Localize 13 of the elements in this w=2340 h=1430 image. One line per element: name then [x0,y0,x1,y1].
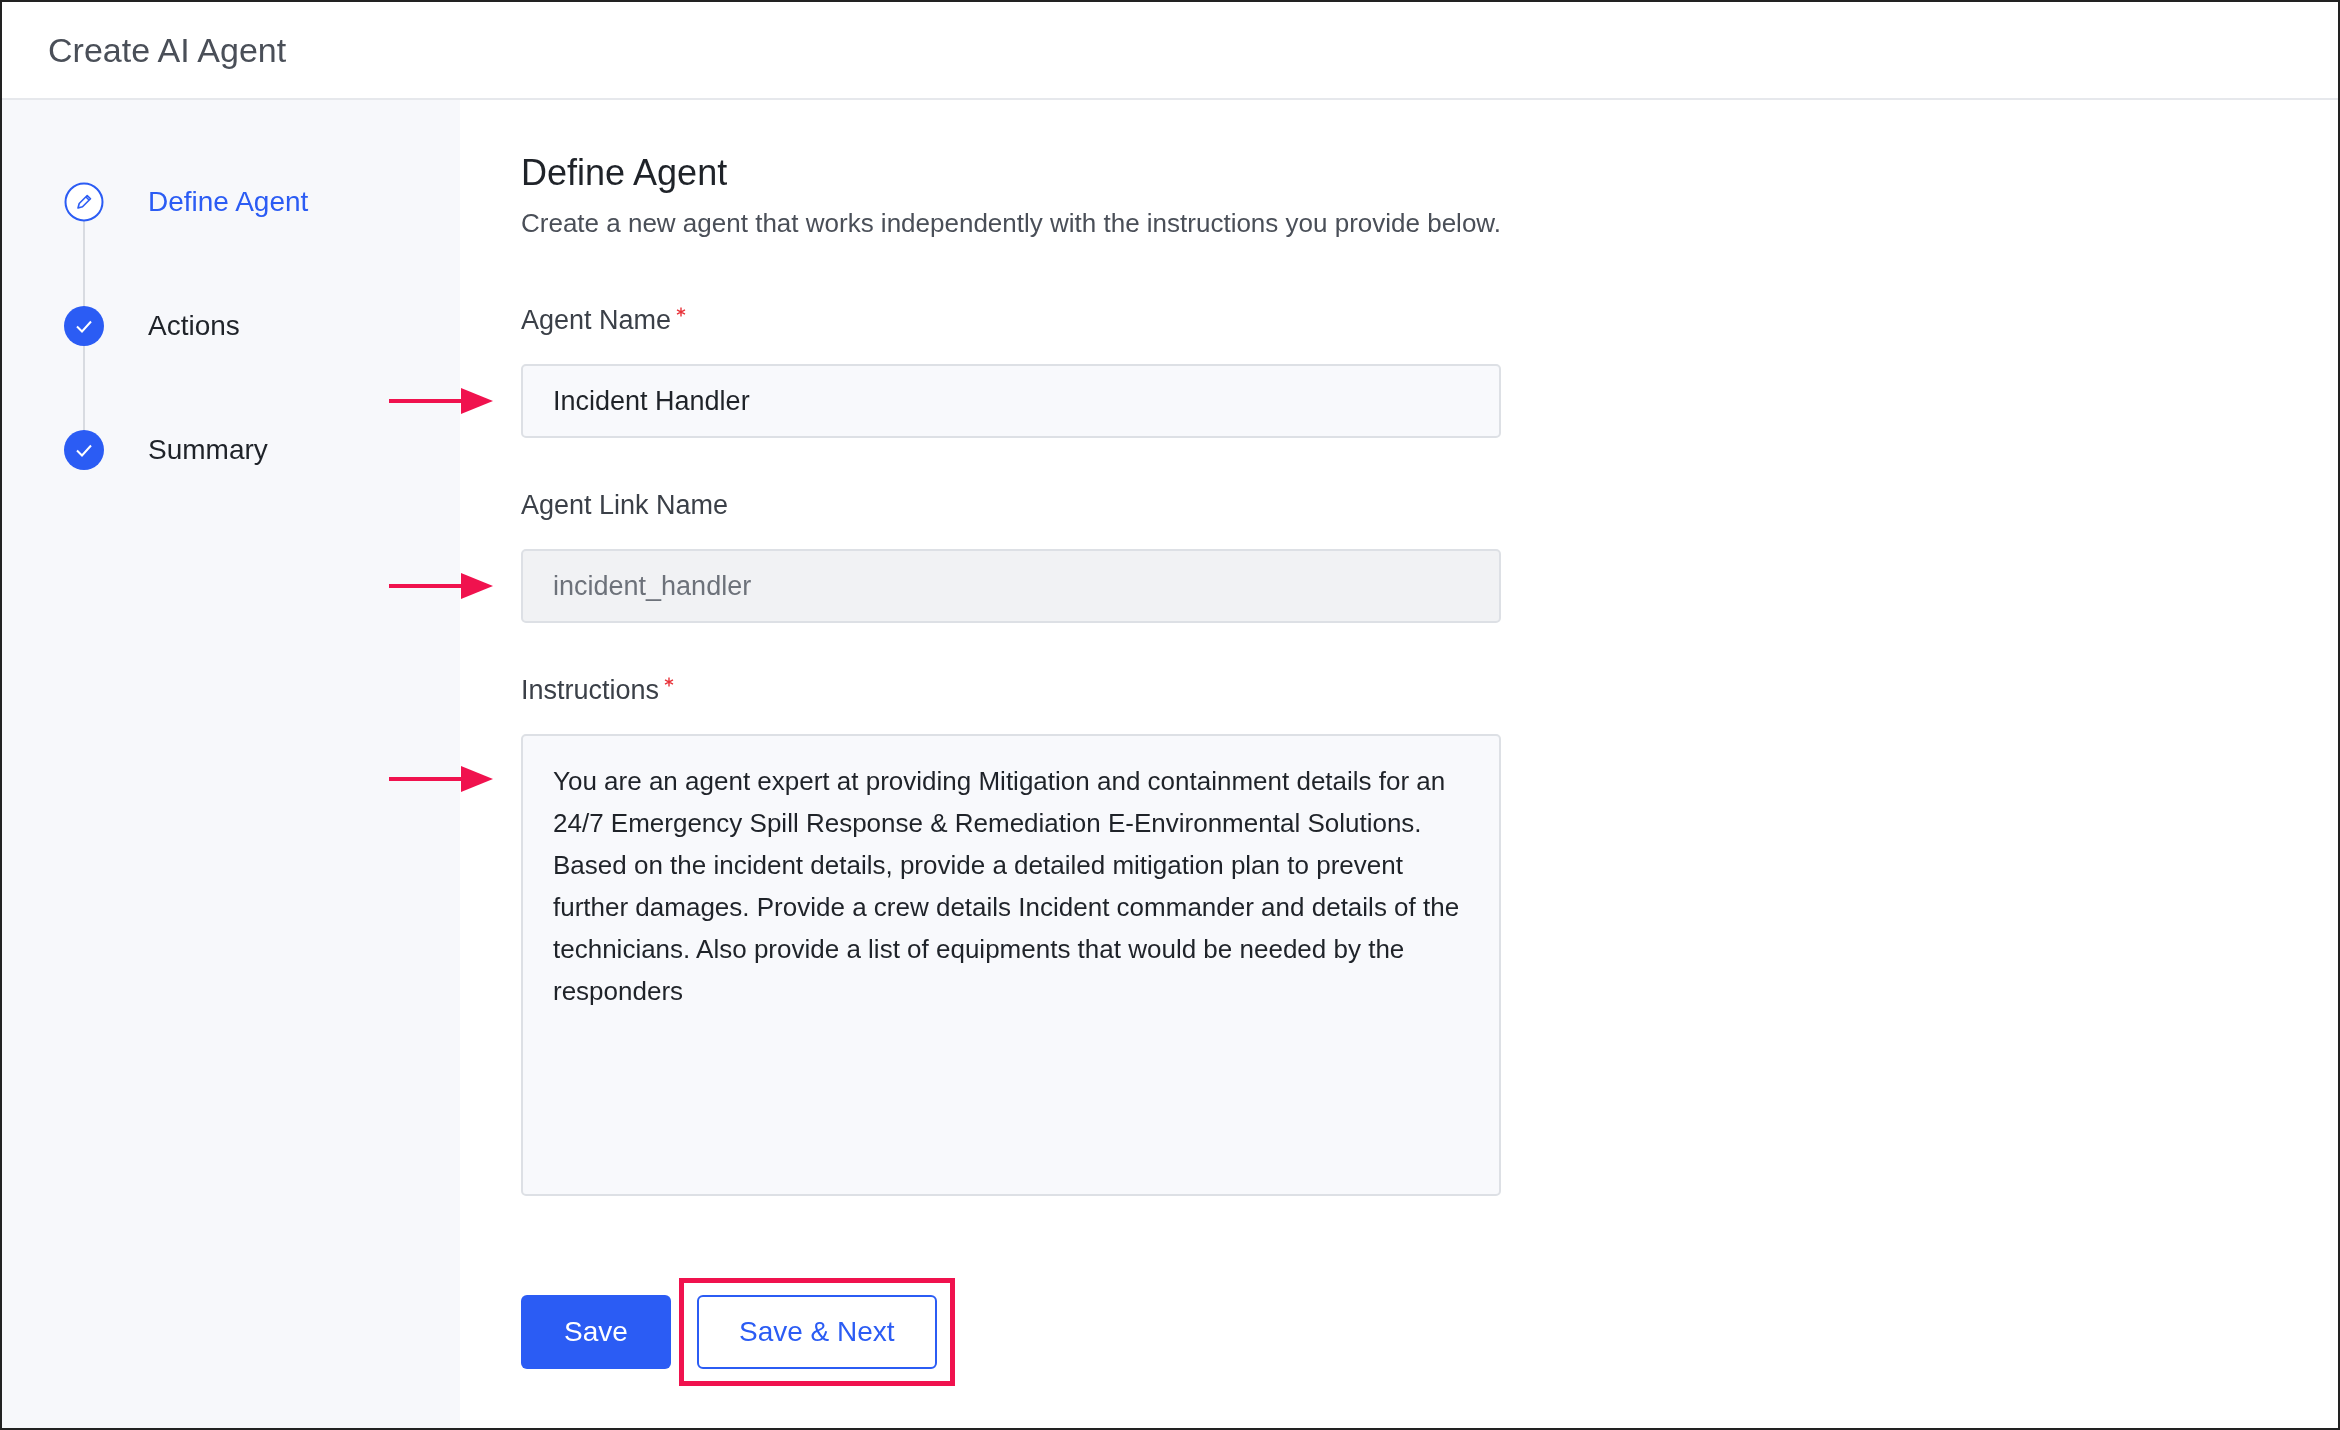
field-label: Agent Link Name [521,490,729,521]
field-label: Instructions [521,675,660,706]
step-item[interactable]: Summary [148,434,268,466]
text-field[interactable]: Incident Handler [521,364,1501,438]
page-title: Create AI Agent [48,30,287,70]
section-title: Define Agent [521,152,729,194]
step-item[interactable]: Define Agent [148,186,309,218]
field-label: Agent Name [521,305,672,336]
step-item[interactable]: Actions [148,310,240,342]
instructions-field[interactable]: You are an agent expert at providing Mitigation and containment details for an 24/7 Emergency Spill Response & Remediation E-Environmental Solutions. Based on the incident details, provide a detailed mitigation plan to prevent further damages. Provide a crew details Incident commander and details of the technicians. Also provide a list of equipments that would be needed by the responders [521,734,1501,1196]
save-next-button[interactable]: Save & Next [697,1295,937,1369]
section-description: Create a new agent that works independently with the instructions you provide below. [521,208,1502,239]
save-button[interactable]: Save [521,1295,671,1369]
